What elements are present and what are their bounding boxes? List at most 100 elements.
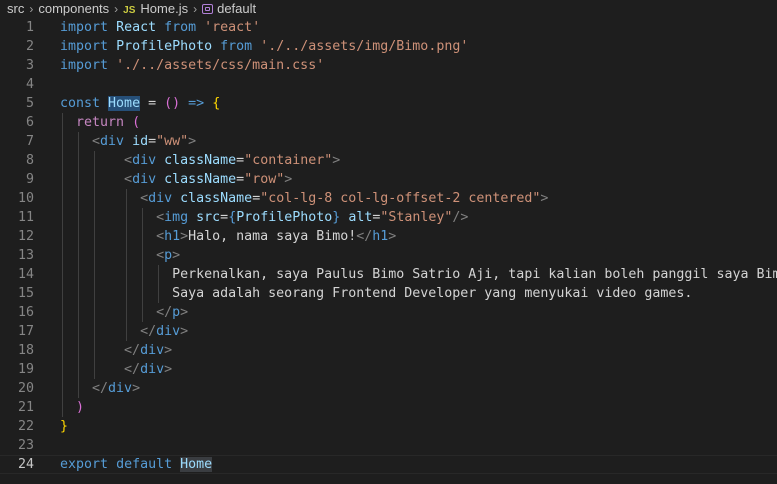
code-text: export default Home	[60, 456, 213, 473]
line-number: 5	[25, 96, 34, 111]
code-token: "container"	[244, 153, 333, 168]
code-token: div	[132, 172, 157, 187]
line-number: 8	[25, 153, 34, 168]
code-line[interactable]: 2 import ProfilePhoto from './../assets/i…	[0, 37, 777, 56]
code-token: from	[220, 39, 253, 54]
code-text: import React from 'react'	[60, 18, 260, 37]
code-line[interactable]: 19 </div>	[0, 360, 777, 379]
code-token: h1	[372, 229, 389, 244]
code-line[interactable]: 17 </div>	[0, 322, 777, 341]
code-token: alt	[348, 210, 373, 225]
code-token: )	[76, 400, 85, 415]
line-number: 10	[17, 191, 34, 206]
code-token: =	[236, 172, 245, 187]
indent-guide	[158, 265, 159, 303]
code-line[interactable]: 4	[0, 75, 777, 94]
code-line[interactable]: 10 <div className="col-lg-8 col-lg-offse…	[0, 189, 777, 208]
code-token: className	[180, 191, 253, 206]
code-line[interactable]: 21 )	[0, 398, 777, 417]
code-token: Home	[108, 96, 141, 111]
code-token: >	[180, 324, 189, 339]
line-number: 22	[17, 419, 34, 434]
code-text: }	[60, 417, 68, 436]
breadcrumb-file[interactable]: JS Home.js	[123, 1, 188, 16]
code-line[interactable]: 16 </p>	[0, 303, 777, 322]
code-line[interactable]: 23	[0, 436, 777, 455]
code-line[interactable]: 7 <div id="ww">	[0, 132, 777, 151]
code-text: <h1>Halo, nama saya Bimo!</h1>	[60, 227, 396, 246]
code-token: Perkenalkan, saya Paulus Bimo Satrio Aji…	[60, 267, 777, 282]
code-line[interactable]: 6 return (	[0, 113, 777, 132]
line-number: 9	[25, 172, 34, 187]
line-number: 14	[17, 267, 34, 282]
line-number: 1	[25, 20, 34, 35]
indent-guide	[126, 189, 127, 341]
code-line[interactable]: 18 </div>	[0, 341, 777, 360]
code-token: <	[92, 134, 101, 149]
line-number: 23	[17, 438, 34, 453]
code-line[interactable]: 14 Perkenalkan, saya Paulus Bimo Satrio …	[0, 265, 777, 284]
breadcrumb-src[interactable]: src	[7, 1, 24, 16]
code-token: const	[60, 96, 101, 111]
code-token: div	[148, 191, 173, 206]
code-token: className	[164, 172, 237, 187]
code-token: </	[124, 343, 141, 358]
code-line[interactable]: 3 import './../assets/css/main.css'	[0, 56, 777, 75]
indent-guide	[142, 208, 143, 322]
code-line[interactable]: 20 </div>	[0, 379, 777, 398]
code-line[interactable]: 9 <div className="row">	[0, 170, 777, 189]
code-token: Saya adalah seorang Frontend Developer y…	[60, 286, 693, 301]
code-line[interactable]: 11 <img src={ProfilePhoto} alt="Stanley"…	[0, 208, 777, 227]
code-token: }	[60, 419, 69, 434]
code-line[interactable]: 5 const Home = () => {	[0, 94, 777, 113]
symbol-field-icon	[202, 4, 214, 14]
code-editor[interactable]: 1 import React from 'react' 2 import Profil…	[0, 18, 777, 484]
code-token: "col-lg-8 col-lg-offset-2 centered"	[260, 191, 541, 206]
code-token: default	[116, 457, 173, 472]
code-token: <	[140, 191, 149, 206]
line-number: 7	[25, 134, 34, 149]
indent-guide	[62, 113, 63, 417]
code-line[interactable]: 13 <p>	[0, 246, 777, 265]
code-line[interactable]: 8 <div className="container">	[0, 151, 777, 170]
code-line[interactable]: 22}	[0, 417, 777, 436]
code-token: div	[140, 343, 165, 358]
code-line[interactable]: 12 <h1>Halo, nama saya Bimo!</h1>	[0, 227, 777, 246]
code-text: import './../assets/css/main.css'	[60, 56, 324, 75]
code-token: import	[60, 39, 109, 54]
line-number: 21	[17, 400, 34, 415]
javascript-file-icon: JS	[123, 5, 136, 16]
code-line[interactable]: 24 export default Home	[0, 455, 777, 474]
code-token: =	[148, 134, 157, 149]
breadcrumb-components[interactable]: components	[38, 1, 109, 16]
code-token: <	[124, 172, 133, 187]
code-token: =	[220, 210, 229, 225]
code-text: </div>	[60, 379, 140, 398]
code-token: from	[164, 20, 197, 35]
line-number: 11	[17, 210, 34, 225]
code-text: </div>	[60, 341, 172, 360]
breadcrumb-symbol[interactable]: default	[202, 1, 256, 16]
code-token: >	[388, 229, 397, 244]
code-line[interactable]: 1 import React from 'react'	[0, 18, 777, 37]
code-token: >	[164, 362, 173, 377]
code-token: >	[540, 191, 549, 206]
code-line[interactable]: 15 Saya adalah seorang Frontend Develope…	[0, 284, 777, 303]
code-text: <div id="ww">	[60, 132, 196, 151]
line-number: 2	[25, 39, 34, 54]
